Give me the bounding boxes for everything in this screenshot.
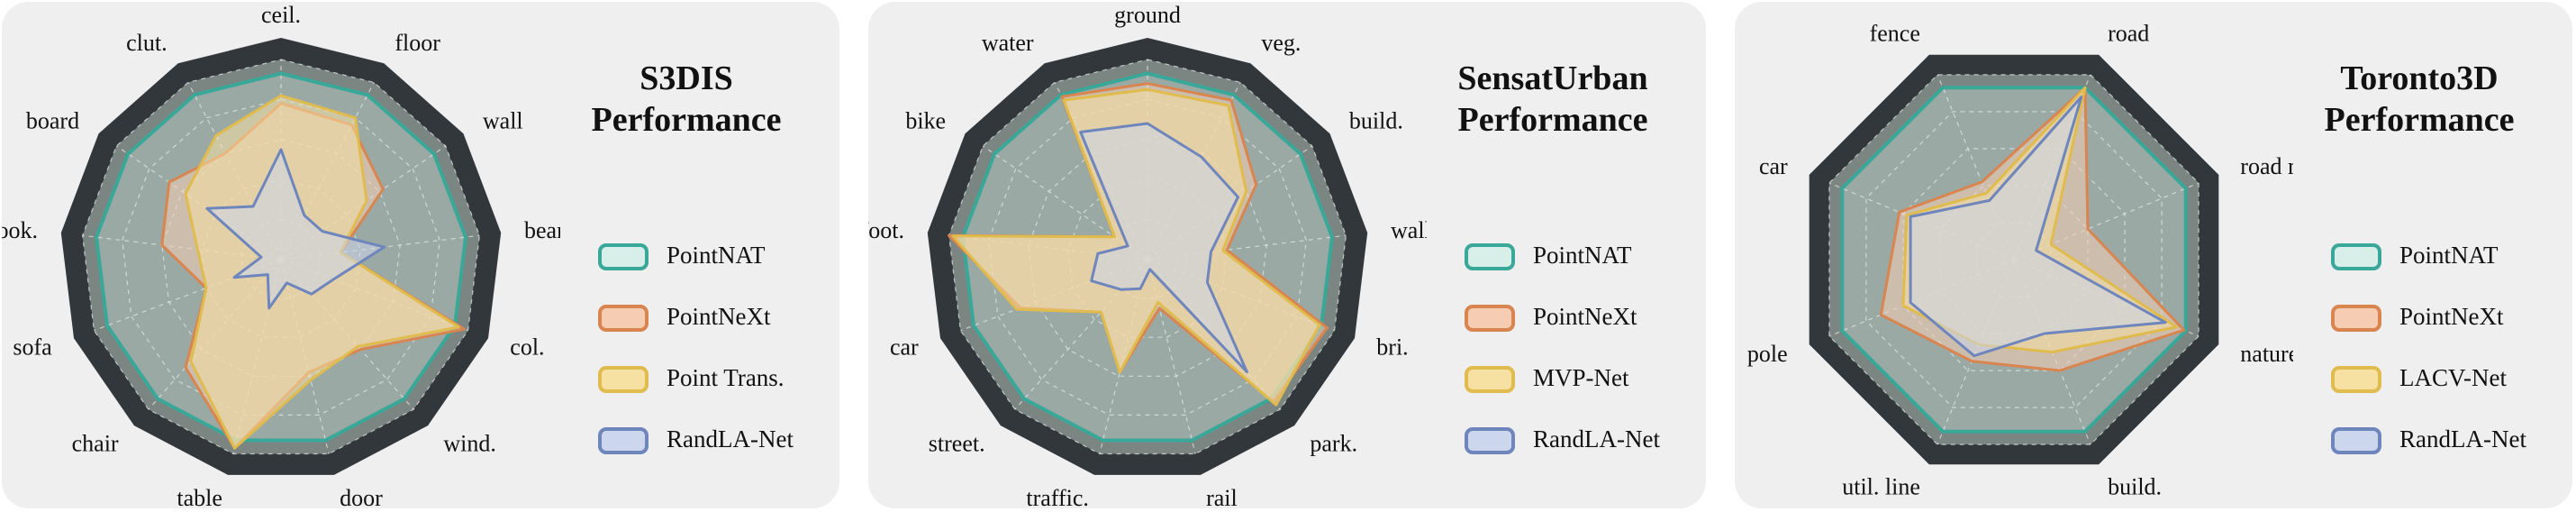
toronto3d-legend: PointNAT PointNeXt LACV-Net RandLA-Net bbox=[2331, 238, 2565, 483]
radar-axis-label: ground bbox=[1114, 2, 1181, 28]
sensaturban-legend: PointNAT PointNeXt MVP-Net RandLA-Net bbox=[1465, 238, 1699, 483]
legend-item-point-trans: Point Trans. bbox=[598, 361, 832, 397]
sensaturban-radar-chart: ground veg. build. wall bri. park. rail traffic… bbox=[868, 2, 1427, 508]
radar-axis-label: bri. bbox=[1376, 334, 1408, 361]
s3dis-radar-chart: ceil. floor wall beam col. wind. door table chai… bbox=[2, 2, 560, 508]
legend-swatch bbox=[2331, 366, 2381, 393]
legend-swatch bbox=[598, 366, 649, 393]
chart-title-line: Performance bbox=[1457, 101, 1648, 139]
radar-axis-label: pole bbox=[1747, 341, 1788, 367]
legend-item-pointnat: PointNAT bbox=[1465, 238, 1699, 274]
legend-swatch bbox=[2331, 305, 2381, 332]
legend-item-lacv-net: LACV-Net bbox=[2331, 361, 2565, 397]
legend-label: MVP-Net bbox=[1533, 364, 1629, 391]
radar-axis-label: table bbox=[177, 485, 222, 508]
radar-axis-label: wind. bbox=[443, 431, 496, 457]
radar-axis-label: build. bbox=[2108, 473, 2162, 499]
legend-swatch bbox=[1465, 366, 1515, 393]
radar-axis-label: util. line bbox=[1842, 473, 1920, 499]
legend-label: PointNAT bbox=[1533, 242, 1632, 269]
radar-axis-label: board bbox=[26, 108, 79, 134]
radar-axis-label: park. bbox=[1310, 431, 1357, 457]
legend-item-pointnat: PointNAT bbox=[598, 238, 832, 274]
legend-swatch bbox=[598, 243, 649, 270]
legend-label: PointNeXt bbox=[1533, 303, 1637, 330]
radar-axis-label: nature bbox=[2240, 341, 2293, 367]
radar-axis-label: wall bbox=[1391, 217, 1427, 243]
legend-label: PointNAT bbox=[667, 242, 766, 269]
legend-swatch bbox=[1465, 427, 1515, 454]
s3dis-chart-title: S3DIS Performance bbox=[560, 58, 812, 141]
s3dis-chart-panel: ceil. floor wall beam col. wind. door table chai… bbox=[2, 2, 839, 508]
legend-item-randla-net: RandLA-Net bbox=[598, 422, 832, 458]
legend-swatch bbox=[598, 427, 649, 454]
sensaturban-chart-title: SensatUrban Performance bbox=[1427, 58, 1679, 141]
radar-axis-label: clut. bbox=[126, 30, 168, 56]
legend-swatch bbox=[1465, 305, 1515, 332]
radar-axis-label: fence bbox=[1870, 21, 1920, 47]
legend-swatch bbox=[2331, 427, 2381, 454]
legend-item-randla-net: RandLA-Net bbox=[2331, 422, 2565, 458]
legend-item-randla-net: RandLA-Net bbox=[1465, 422, 1699, 458]
radar-axis-label: water bbox=[982, 30, 1034, 56]
radar-axis-label: chair bbox=[72, 431, 119, 457]
toronto3d-radar-chart: road road mrk. nature build. util. line pole c… bbox=[1747, 21, 2293, 500]
radar-axis-label: foot. bbox=[868, 217, 904, 243]
radar-axis-label: floor bbox=[395, 30, 440, 56]
radar-axis-label: road bbox=[2108, 21, 2149, 47]
radar-axis-label: build. bbox=[1349, 108, 1403, 134]
radar-axis-label: col. bbox=[510, 334, 544, 361]
legend-swatch bbox=[598, 305, 649, 332]
radar-axis-label: sofa bbox=[13, 334, 52, 361]
radar-axis-label: traffic. bbox=[1026, 485, 1089, 508]
legend-item-mvp-net: MVP-Net bbox=[1465, 361, 1699, 397]
radar-axis-label: wall bbox=[483, 108, 523, 134]
legend-label: PointNAT bbox=[2399, 242, 2499, 269]
radar-axis-label: road mrk. bbox=[2240, 153, 2293, 179]
legend-label: Point Trans. bbox=[667, 364, 785, 391]
legend-label: LACV-Net bbox=[2399, 364, 2507, 391]
legend-item-pointnext: PointNeXt bbox=[598, 299, 832, 335]
toronto3d-chart-title: Toronto3D Performance bbox=[2293, 58, 2545, 141]
radar-axis-label: street. bbox=[929, 431, 985, 457]
chart-title-line: Toronto3D bbox=[2340, 59, 2499, 97]
toronto3d-chart-panel: road road mrk. nature build. util. line pole c… bbox=[1735, 2, 2572, 508]
legend-label: PointNeXt bbox=[667, 303, 771, 330]
radar-axis-label: book. bbox=[2, 217, 38, 243]
radar-axis-label: ceil. bbox=[261, 2, 301, 28]
chart-title-line: Performance bbox=[2324, 101, 2515, 139]
radar-axis-label: car bbox=[890, 334, 919, 361]
legend-swatch bbox=[2331, 243, 2381, 270]
chart-title-line: Performance bbox=[591, 101, 782, 139]
chart-title-line: SensatUrban bbox=[1457, 59, 1648, 97]
legend-label: RandLA-Net bbox=[2399, 425, 2526, 453]
legend-item-pointnext: PointNeXt bbox=[2331, 299, 2565, 335]
radar-axis-label: veg. bbox=[1261, 30, 1301, 56]
radar-axis-label: rail bbox=[1206, 485, 1238, 508]
chart-title-line: S3DIS bbox=[639, 59, 733, 97]
s3dis-legend: PointNAT PointNeXt Point Trans. RandLA-N… bbox=[598, 238, 832, 483]
sensaturban-chart-panel: ground veg. build. wall bri. park. rail traffic… bbox=[868, 2, 1706, 508]
legend-label: RandLA-Net bbox=[667, 425, 794, 453]
radar-axis-label: bike bbox=[905, 108, 946, 134]
legend-swatch bbox=[1465, 243, 1515, 270]
legend-label: RandLA-Net bbox=[1533, 425, 1660, 453]
radar-axis-label: door bbox=[340, 485, 383, 508]
radar-axis-label: beam bbox=[524, 217, 560, 243]
legend-item-pointnext: PointNeXt bbox=[1465, 299, 1699, 335]
legend-item-pointnat: PointNAT bbox=[2331, 238, 2565, 274]
radar-axis-label: car bbox=[1759, 153, 1788, 179]
legend-label: PointNeXt bbox=[2399, 303, 2504, 330]
